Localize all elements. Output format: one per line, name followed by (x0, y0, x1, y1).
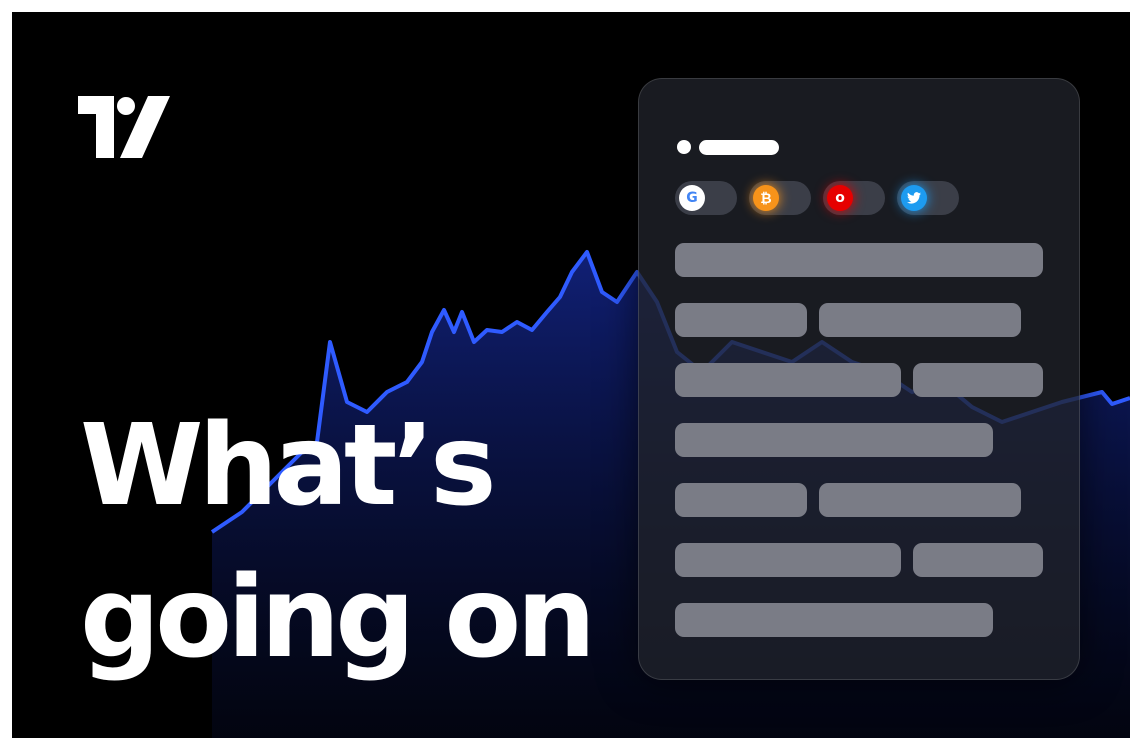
headline-placeholder-2b (819, 303, 1021, 337)
headline-placeholder-5a (675, 483, 807, 517)
chip-google[interactable]: G (675, 181, 737, 215)
headline-placeholder-6a (675, 543, 901, 577)
headline-placeholder-6b (913, 543, 1043, 577)
card-status-dot (677, 140, 691, 154)
headline-line-1: What’s (80, 401, 497, 531)
headline-placeholder-3a (675, 363, 901, 397)
headline-placeholder-3b (913, 363, 1043, 397)
card-title-placeholder (699, 140, 779, 155)
news-feed-card: G ₿ o (638, 78, 1080, 680)
headline-placeholder-1 (675, 243, 1043, 277)
vodafone-icon: o (827, 185, 853, 211)
chip-bitcoin[interactable]: ₿ (749, 181, 811, 215)
banner: What’s going on G ₿ o (12, 12, 1130, 738)
headline-line-2: going on (80, 553, 596, 683)
tradingview-logo-icon (78, 96, 170, 158)
chip-vodafone[interactable]: o (823, 181, 885, 215)
headline: What’s going on (80, 390, 596, 694)
headline-placeholder-4 (675, 423, 993, 457)
chip-twitter[interactable] (897, 181, 959, 215)
headline-placeholder-2a (675, 303, 807, 337)
bitcoin-icon: ₿ (753, 185, 779, 211)
google-icon: G (679, 185, 705, 211)
headline-placeholder-5b (819, 483, 1021, 517)
twitter-icon (901, 185, 927, 211)
headline-placeholder-7 (675, 603, 993, 637)
